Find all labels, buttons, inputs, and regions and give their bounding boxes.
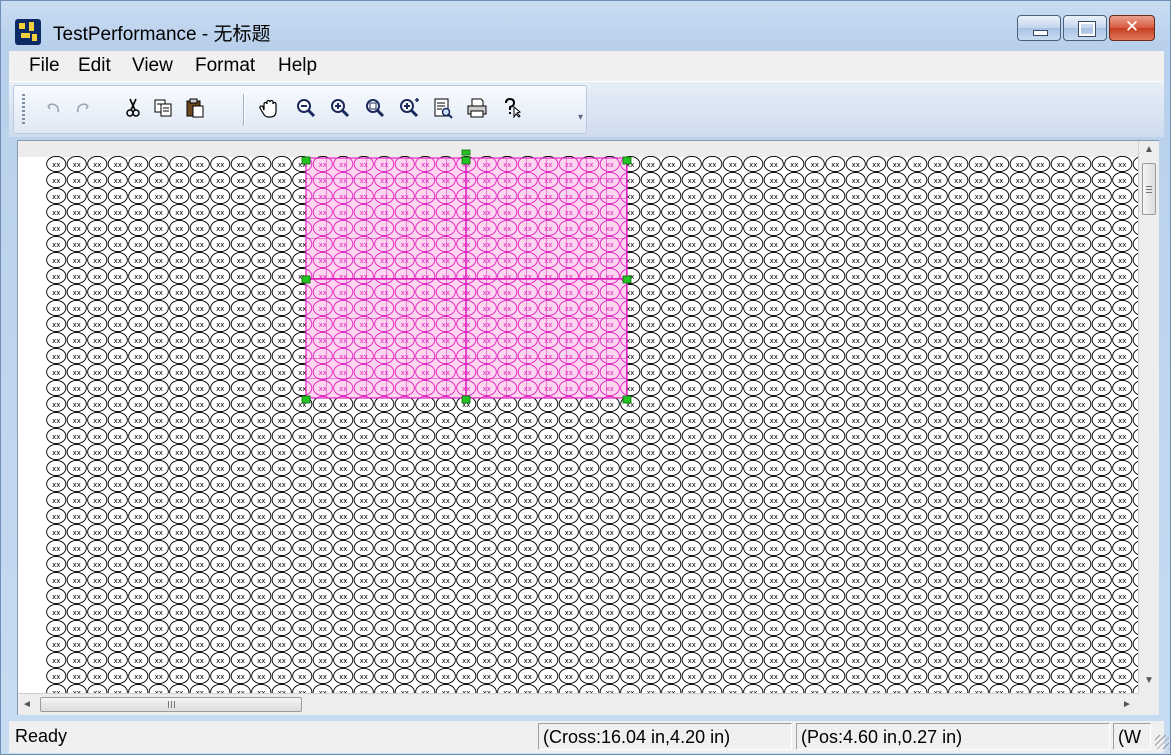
horizontal-scrollbar[interactable]: ◄ ► (18, 693, 1138, 715)
paste-icon (186, 98, 204, 118)
hand-icon (259, 99, 277, 118)
print-preview-button[interactable] (430, 94, 456, 122)
zoom-fit-button[interactable] (362, 94, 388, 122)
scroll-down-arrow-icon[interactable]: ▼ (1139, 672, 1159, 690)
status-bar: Ready (Cross:16.04 in,4.20 in) (Pos:4.60… (9, 721, 1169, 753)
redo-button[interactable] (70, 94, 96, 122)
help-button[interactable] (498, 94, 524, 122)
menu-file[interactable]: File (29, 55, 60, 77)
application-window: TestPerformance - 无标题 ✕ File Edit View F… (0, 0, 1171, 755)
resize-grip-icon[interactable] (1155, 735, 1169, 749)
status-extra: (W (1113, 723, 1151, 750)
printer-icon (467, 98, 487, 118)
drawing-canvas[interactable]: xx xx (17, 140, 1159, 715)
help-pointer-icon (505, 97, 522, 119)
maximize-button[interactable] (1063, 15, 1107, 41)
toolbar: ▾ (13, 85, 587, 134)
zoom-out-button[interactable] (293, 94, 319, 122)
zoom-in-button[interactable] (327, 94, 353, 122)
menu-edit[interactable]: Edit (78, 55, 111, 77)
status-cross-coordinates: (Cross:16.04 in,4.20 in) (538, 723, 792, 750)
window-title: TestPerformance - 无标题 (53, 24, 271, 45)
maximize-icon (1078, 21, 1096, 37)
menu-bar: File Edit View Format Help (9, 51, 1164, 81)
undo-icon (47, 103, 60, 113)
zoom-fit-icon (366, 99, 385, 118)
vertical-scroll-thumb[interactable] (1142, 163, 1156, 215)
copy-icon (154, 99, 172, 117)
selection-box[interactable] (305, 157, 628, 399)
horizontal-scroll-thumb[interactable] (40, 697, 302, 712)
print-preview-icon (434, 98, 453, 119)
status-ready: Ready (15, 726, 68, 746)
scroll-up-arrow-icon[interactable]: ▲ (1139, 141, 1159, 159)
zoom-out-icon (297, 99, 316, 118)
close-button[interactable]: ✕ (1109, 15, 1155, 41)
close-icon: ✕ (1124, 17, 1140, 36)
scroll-left-arrow-icon[interactable]: ◄ (18, 694, 36, 715)
scissors-icon (126, 98, 140, 117)
pan-button[interactable] (257, 94, 283, 122)
app-icon[interactable] (15, 19, 41, 45)
title-bar[interactable]: TestPerformance - 无标题 ✕ (1, 1, 1170, 51)
scroll-right-arrow-icon[interactable]: ► (1118, 694, 1136, 715)
print-button[interactable] (464, 94, 490, 122)
zoom-in-icon (331, 99, 350, 118)
paste-button[interactable] (182, 94, 208, 122)
minimize-icon (1033, 30, 1048, 36)
scrollbar-corner (1138, 693, 1159, 715)
zoom-plus-button[interactable] (396, 94, 422, 122)
minimize-button[interactable] (1017, 15, 1061, 41)
menu-help[interactable]: Help (278, 55, 317, 77)
vertical-scrollbar[interactable]: ▲ ▼ (1138, 141, 1159, 693)
copy-button[interactable] (151, 94, 177, 122)
redo-icon (76, 103, 89, 113)
symbol-grid[interactable]: xx xx (18, 141, 1159, 715)
undo-button[interactable] (40, 94, 66, 122)
cut-button[interactable] (120, 94, 146, 122)
toolbar-grip[interactable] (22, 94, 25, 126)
menu-view[interactable]: View (132, 55, 173, 77)
zoom-plus-icon (400, 98, 419, 118)
toolbar-overflow-icon[interactable]: ▾ (578, 112, 583, 123)
toolbar-separator (243, 94, 244, 126)
menu-format[interactable]: Format (195, 55, 255, 77)
status-position: (Pos:4.60 in,0.27 in) (796, 723, 1110, 750)
